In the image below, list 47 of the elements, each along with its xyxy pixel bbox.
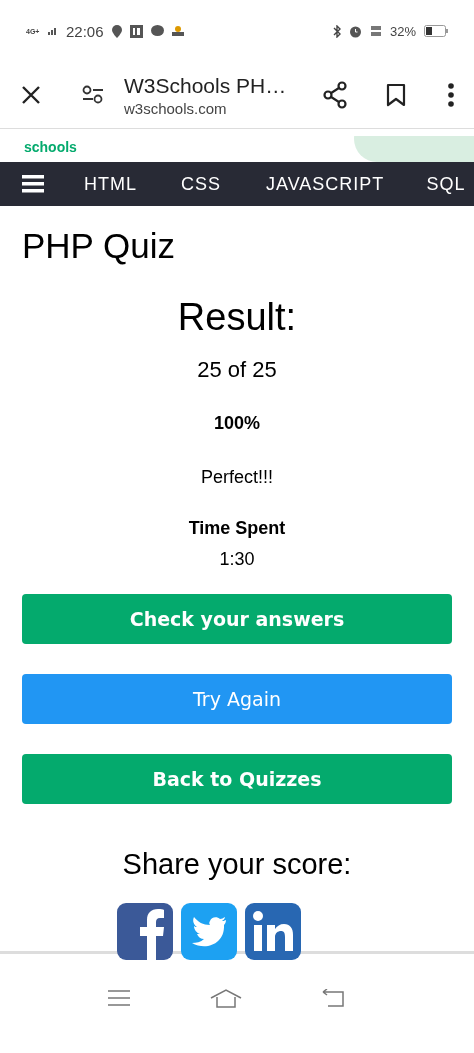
close-icon [20, 84, 42, 106]
location-icon [111, 24, 122, 38]
nav-link[interactable]: JAVASCRIPT [266, 173, 385, 195]
home-icon [210, 987, 242, 1008]
alarm-icon [348, 24, 362, 38]
bluetooth-icon [332, 24, 341, 38]
time-value: 1:30 [219, 549, 255, 569]
result-heading: Result: [177, 296, 297, 338]
signal-icon [48, 27, 58, 35]
menu-button[interactable] [22, 175, 44, 193]
close-button[interactable] [20, 84, 42, 106]
bookmark-button[interactable] [386, 83, 406, 107]
sliders-icon [82, 85, 104, 105]
home-button[interactable] [210, 987, 242, 1008]
back-icon [322, 988, 344, 1007]
bookmark-icon [386, 83, 406, 107]
nav-link[interactable]: HTML [84, 173, 137, 195]
more-options-button[interactable] [448, 83, 454, 107]
score-text: 25 of 25 [197, 357, 277, 382]
battery-percent: 32% [389, 23, 416, 39]
menu-icon [22, 175, 44, 193]
recents-icon [108, 989, 130, 1006]
share-button[interactable] [322, 81, 348, 109]
recents-button[interactable] [108, 989, 130, 1006]
nav-link[interactable]: SQL [426, 173, 466, 195]
time-label: Time Spent [188, 518, 286, 538]
back-button[interactable] [322, 988, 344, 1007]
page-url: w3schools.com [124, 99, 228, 117]
logo-text: schools [24, 140, 77, 154]
facebook-icon[interactable] [117, 903, 173, 960]
notification-icon [171, 26, 184, 36]
chat-icon [150, 25, 164, 37]
nav-link[interactable]: CSS [181, 173, 221, 195]
volte-icon [369, 25, 382, 37]
clock-time: 22:06 [66, 22, 104, 40]
site-settings-button[interactable] [82, 85, 104, 105]
page-title: W3Schools PH… [124, 73, 288, 98]
percent-text: 100% [213, 413, 260, 433]
twitter-icon[interactable] [181, 903, 237, 960]
share-icon [322, 81, 348, 109]
share-heading: Share your score: [122, 848, 352, 881]
page-heading: PHP Quiz [22, 226, 177, 266]
app-icon [129, 24, 143, 38]
more-icon [448, 83, 454, 107]
linkedin-icon[interactable] [245, 903, 301, 960]
battery-icon [424, 25, 448, 37]
verdict-text: Perfect!!! [201, 467, 273, 487]
